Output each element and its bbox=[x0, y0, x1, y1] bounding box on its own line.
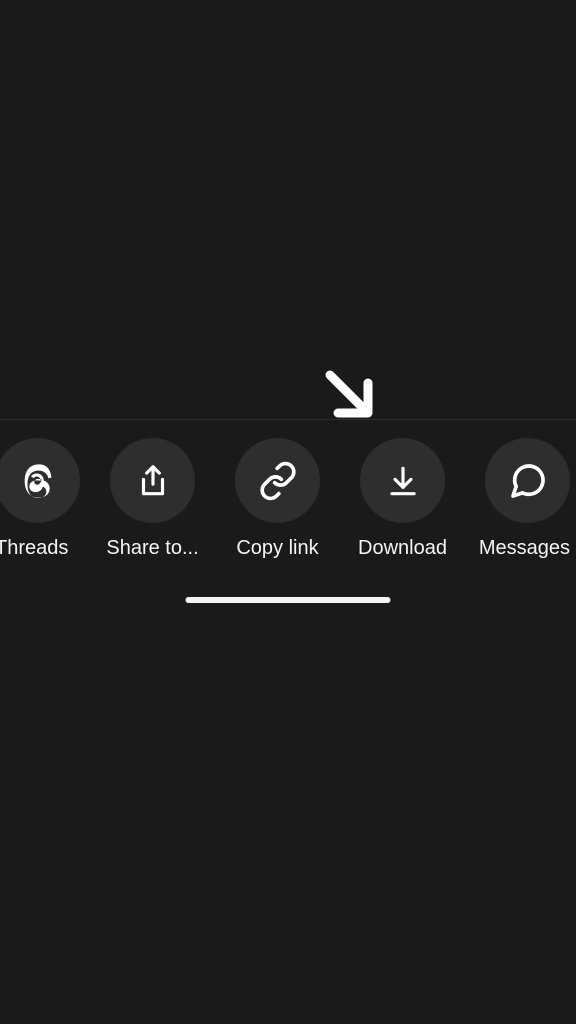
download-icon bbox=[360, 438, 445, 523]
share-option-threads[interactable]: Threads bbox=[0, 438, 90, 560]
home-indicator[interactable] bbox=[186, 597, 391, 603]
share-option-share-to[interactable]: Share to... bbox=[90, 438, 215, 560]
threads-icon bbox=[0, 438, 80, 523]
download-label: Download bbox=[358, 537, 447, 560]
content-area bbox=[0, 0, 576, 420]
share-sheet-row: Threads Share to... Copy link Download bbox=[0, 420, 576, 568]
link-icon bbox=[235, 438, 320, 523]
threads-label: Threads bbox=[0, 537, 68, 560]
messages-label: Messages bbox=[479, 537, 570, 560]
share-option-download[interactable]: Download bbox=[340, 438, 465, 560]
share-option-messages[interactable]: Messages bbox=[465, 438, 570, 560]
share-option-copy-link[interactable]: Copy link bbox=[215, 438, 340, 560]
share-icon bbox=[110, 438, 195, 523]
share-to-label: Share to... bbox=[106, 537, 198, 560]
pointer-arrow-annotation bbox=[320, 365, 380, 425]
messages-icon bbox=[485, 438, 570, 523]
copy-link-label: Copy link bbox=[236, 537, 318, 560]
